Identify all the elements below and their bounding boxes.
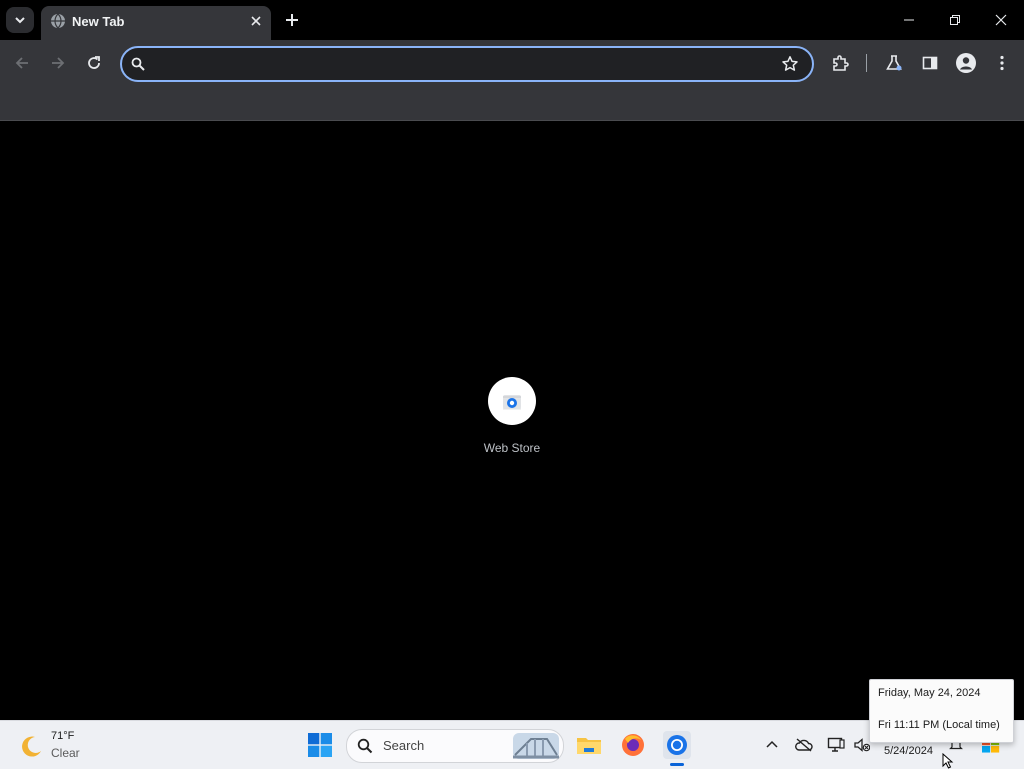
search-icon bbox=[130, 56, 146, 72]
network-button[interactable] bbox=[827, 736, 845, 754]
plus-icon bbox=[286, 14, 298, 26]
windows-logo-icon bbox=[308, 733, 332, 757]
restore-icon bbox=[950, 15, 960, 25]
shortcut-label: Web Store bbox=[483, 441, 541, 455]
more-vert-icon bbox=[1000, 55, 1004, 71]
labs-button[interactable] bbox=[883, 52, 905, 74]
side-panel-button[interactable] bbox=[919, 52, 941, 74]
extensions-button[interactable] bbox=[829, 52, 851, 74]
clock-tooltip: Friday, May 24, 2024 Fri 11:11 PM (Local… bbox=[869, 679, 1014, 743]
file-explorer-button[interactable] bbox=[575, 731, 603, 759]
back-button[interactable] bbox=[11, 52, 33, 74]
address-input[interactable] bbox=[154, 52, 758, 78]
reload-button[interactable] bbox=[83, 52, 105, 74]
tooltip-date: Friday, May 24, 2024 bbox=[878, 687, 981, 699]
cloud-offline-icon bbox=[795, 738, 813, 752]
back-arrow-icon bbox=[15, 57, 28, 69]
weather-condition: Clear bbox=[51, 746, 80, 760]
browser-toolbar bbox=[0, 40, 1024, 86]
shortcut-web-store[interactable]: Web Store bbox=[472, 377, 552, 467]
title-bar: New Tab bbox=[0, 0, 1024, 40]
speaker-muted-icon bbox=[854, 738, 870, 752]
profile-icon bbox=[956, 53, 976, 73]
start-button[interactable] bbox=[308, 733, 332, 757]
close-window-button[interactable] bbox=[989, 8, 1013, 32]
chevron-up-icon bbox=[766, 740, 778, 748]
minimize-button[interactable] bbox=[897, 8, 921, 32]
weather-widget[interactable]: 71°F Clear bbox=[18, 728, 118, 764]
tab-search-button[interactable] bbox=[6, 7, 34, 33]
network-icon bbox=[827, 737, 845, 752]
search-highlight-image bbox=[513, 733, 559, 759]
new-tab-page: Web Store bbox=[0, 121, 1024, 720]
reload-icon bbox=[88, 56, 100, 69]
mouse-cursor-icon bbox=[942, 753, 956, 769]
tab-new-tab[interactable]: New Tab bbox=[41, 6, 271, 40]
bookmarks-bar bbox=[0, 86, 1024, 121]
file-explorer-icon bbox=[577, 738, 601, 754]
side-panel-icon bbox=[922, 56, 938, 70]
tooltip-time: Fri 11:11 PM (Local time) bbox=[878, 719, 1000, 731]
bookmark-star-icon[interactable] bbox=[780, 54, 800, 74]
globe-icon bbox=[50, 13, 66, 29]
address-bar[interactable] bbox=[120, 46, 814, 82]
chrome-icon bbox=[663, 731, 691, 759]
forward-button[interactable] bbox=[47, 52, 69, 74]
onedrive-status-button[interactable] bbox=[795, 736, 813, 754]
minimize-icon bbox=[904, 19, 914, 21]
taskbar-clock-date[interactable]: 5/24/2024 bbox=[884, 745, 933, 757]
weather-temperature: 71°F bbox=[51, 730, 75, 742]
chrome-web-store-icon bbox=[503, 395, 521, 410]
active-app-indicator bbox=[670, 763, 684, 766]
taskbar-search-box[interactable]: Search bbox=[346, 729, 564, 763]
tab-title: New Tab bbox=[72, 14, 125, 29]
menu-button[interactable] bbox=[991, 52, 1013, 74]
show-hidden-icons-button[interactable] bbox=[763, 736, 781, 754]
restore-button[interactable] bbox=[943, 8, 967, 32]
search-icon bbox=[357, 738, 373, 754]
firefox-icon bbox=[622, 734, 644, 756]
close-tab-icon[interactable] bbox=[247, 12, 265, 30]
close-icon bbox=[995, 14, 1007, 26]
taskbar-search-label: Search bbox=[383, 738, 425, 753]
extensions-puzzle-icon bbox=[833, 55, 849, 71]
firefox-button[interactable] bbox=[619, 731, 647, 759]
chrome-button[interactable] bbox=[663, 731, 691, 759]
chevron-down-icon bbox=[15, 17, 25, 24]
shortcut-tile bbox=[488, 377, 536, 425]
moon-icon bbox=[18, 734, 44, 760]
labs-flask-icon bbox=[886, 55, 902, 71]
toolbar-divider bbox=[866, 54, 867, 72]
profile-button[interactable] bbox=[955, 52, 977, 74]
new-tab-button[interactable] bbox=[282, 10, 302, 30]
forward-arrow-icon bbox=[52, 57, 65, 69]
